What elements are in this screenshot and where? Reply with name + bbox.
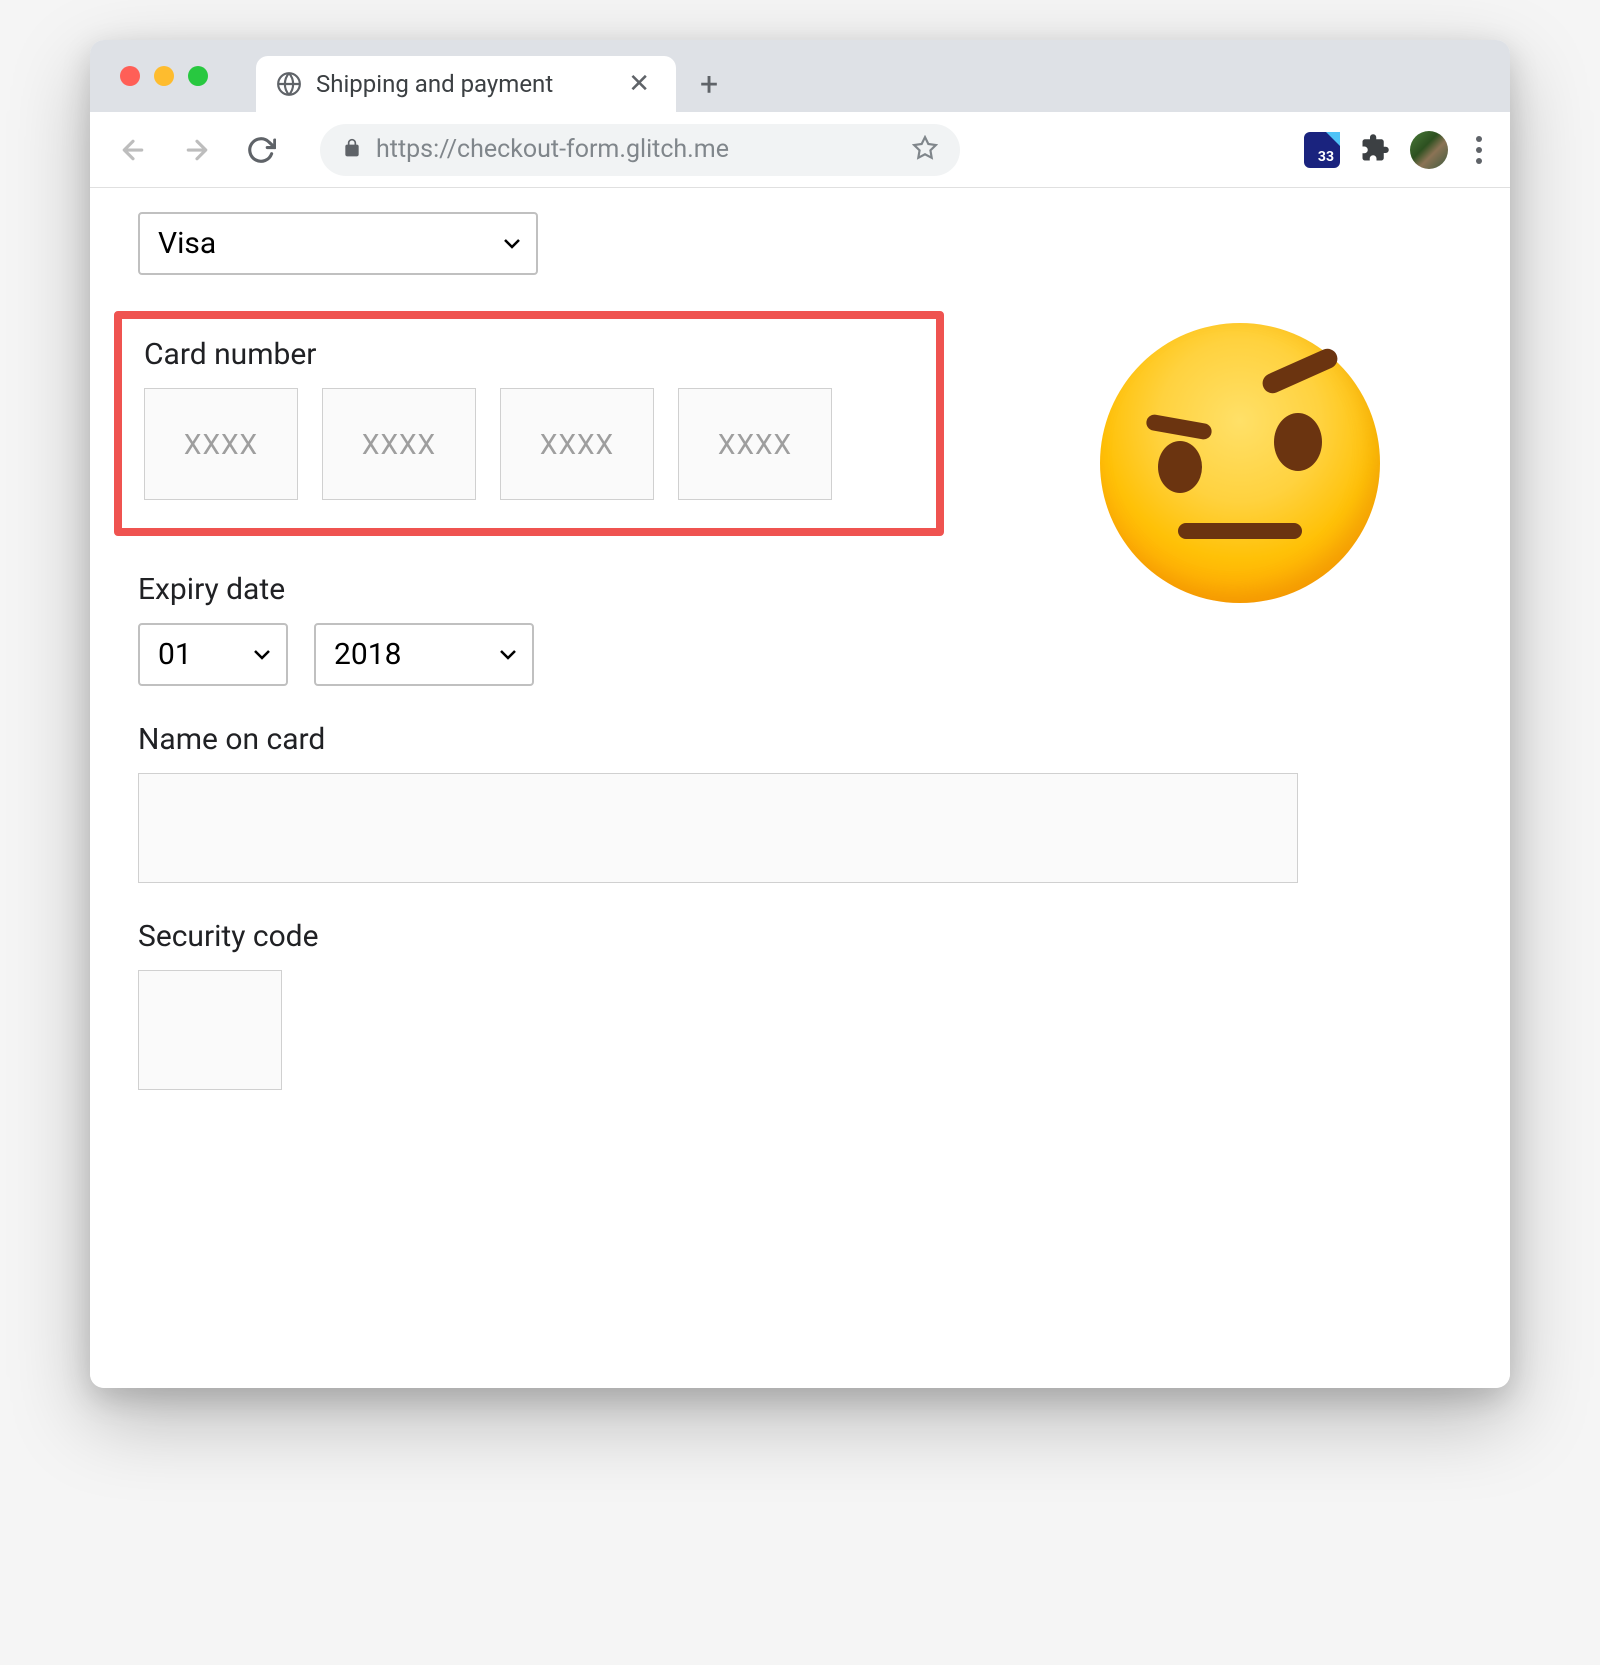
extension-badge[interactable]: 33 xyxy=(1304,132,1340,168)
card-number-segment-3[interactable] xyxy=(500,388,654,500)
minimize-window-button[interactable] xyxy=(154,66,174,86)
back-button[interactable] xyxy=(110,127,156,173)
card-number-segment-2[interactable] xyxy=(322,388,476,500)
expiry-year-select[interactable]: 2018 xyxy=(314,623,534,686)
extensions-icon[interactable] xyxy=(1360,133,1390,167)
browser-window: Shipping and payment ✕ + https://checkou… xyxy=(90,40,1510,1388)
security-code-group: Security code xyxy=(138,919,1462,1090)
name-on-card-input[interactable] xyxy=(138,773,1298,883)
security-code-input[interactable] xyxy=(138,970,282,1090)
profile-avatar[interactable] xyxy=(1410,131,1448,169)
maximize-window-button[interactable] xyxy=(188,66,208,86)
skeptical-emoji-icon xyxy=(1100,323,1380,603)
security-code-label: Security code xyxy=(138,919,1462,954)
name-on-card-label: Name on card xyxy=(138,722,1462,757)
card-type-group: Visa xyxy=(138,212,1462,275)
browser-toolbar: https://checkout-form.glitch.me 33 xyxy=(90,112,1510,188)
new-tab-button[interactable]: + xyxy=(676,56,742,112)
tab-bar: Shipping and payment ✕ + xyxy=(90,40,1510,112)
globe-icon xyxy=(276,71,302,97)
card-type-select[interactable]: Visa xyxy=(138,212,538,275)
tab-title: Shipping and payment xyxy=(316,70,608,98)
card-number-segment-1[interactable] xyxy=(144,388,298,500)
close-tab-button[interactable]: ✕ xyxy=(622,69,656,99)
toolbar-right: 33 xyxy=(1304,128,1490,172)
bookmark-star-icon[interactable] xyxy=(912,135,938,165)
extension-badge-count: 33 xyxy=(1314,148,1338,166)
address-bar[interactable]: https://checkout-form.glitch.me xyxy=(320,124,960,176)
card-number-segment-4[interactable] xyxy=(678,388,832,500)
reload-button[interactable] xyxy=(238,127,284,173)
lock-icon xyxy=(342,136,362,164)
url-text: https://checkout-form.glitch.me xyxy=(376,135,898,164)
card-number-label: Card number xyxy=(144,337,914,372)
name-on-card-group: Name on card xyxy=(138,722,1462,883)
browser-menu-button[interactable] xyxy=(1468,128,1490,172)
page-content: Visa Card number Expiry date xyxy=(90,188,1510,1388)
browser-tab[interactable]: Shipping and payment ✕ xyxy=(256,56,676,112)
window-controls xyxy=(120,66,208,86)
card-number-highlight: Card number xyxy=(114,311,944,536)
expiry-month-select[interactable]: 01 xyxy=(138,623,288,686)
close-window-button[interactable] xyxy=(120,66,140,86)
forward-button[interactable] xyxy=(174,127,220,173)
card-number-inputs xyxy=(144,388,914,500)
